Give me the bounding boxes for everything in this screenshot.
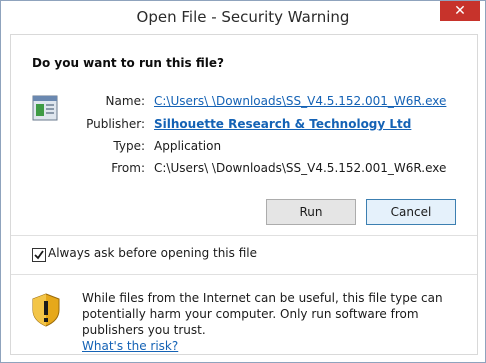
type-label: Type: (113, 139, 145, 153)
warning-message: While files from the Internet can be use… (82, 290, 467, 354)
shield-warning-icon (31, 293, 61, 327)
always-ask-checkbox[interactable] (32, 248, 46, 262)
separator (11, 274, 477, 275)
window-title: Open File - Security Warning (136, 8, 350, 26)
type-value: Application (154, 139, 222, 153)
publisher-value-link[interactable]: Silhouette Research & Technology Ltd (154, 117, 411, 131)
dialog-content: Do you want to run this file? Name: C:\U… (10, 34, 478, 355)
whats-the-risk-link[interactable]: What's the risk? (82, 339, 178, 353)
cancel-button[interactable]: Cancel (366, 199, 456, 225)
name-label: Name: (105, 94, 145, 108)
security-warning-window: Open File - Security Warning ✕ Do you wa… (0, 0, 486, 363)
warning-text: While files from the Internet can be use… (82, 291, 443, 337)
from-label: From: (111, 161, 145, 175)
run-button[interactable]: Run (266, 199, 356, 225)
dialog-question: Do you want to run this file? (32, 56, 224, 70)
name-value-link[interactable]: C:\Users\ \Downloads\SS_V4.5.152.001_W6R… (154, 94, 446, 108)
separator (11, 235, 477, 236)
close-button[interactable]: ✕ (440, 1, 480, 21)
publisher-label: Publisher: (86, 117, 145, 131)
close-icon: ✕ (454, 3, 466, 19)
from-value: C:\Users\ \Downloads\SS_V4.5.152.001_W6R… (154, 161, 447, 175)
title-bar[interactable]: Open File - Security Warning ✕ (1, 1, 485, 33)
checkmark-icon (34, 250, 44, 260)
always-ask-label[interactable]: Always ask before opening this file (48, 246, 257, 260)
